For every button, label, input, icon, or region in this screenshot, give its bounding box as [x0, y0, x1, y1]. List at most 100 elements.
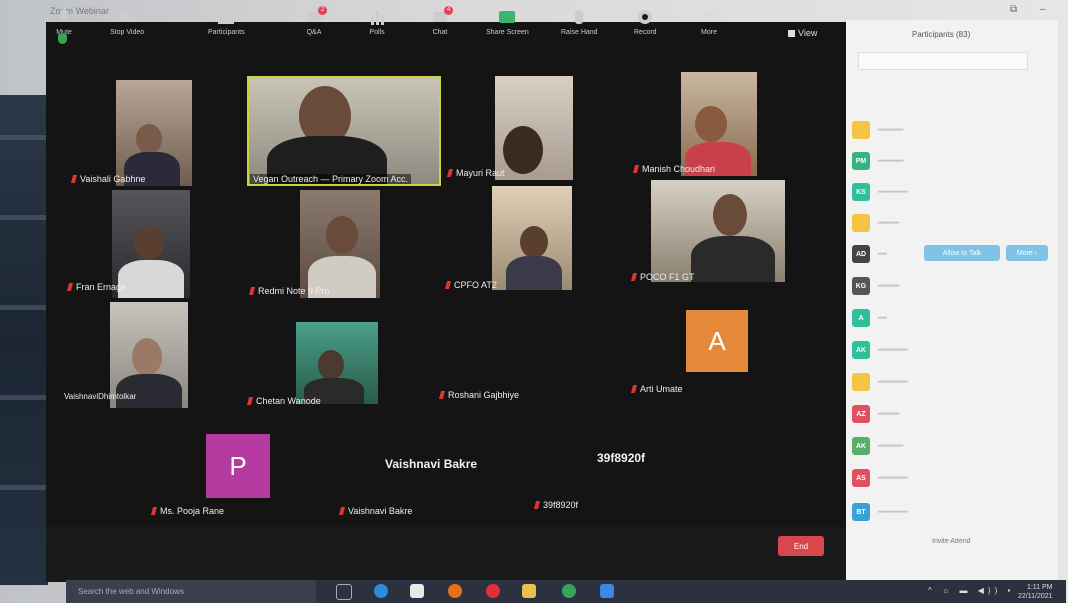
participant-avatar: PM — [852, 152, 870, 170]
participant-search-input[interactable] — [858, 52, 1028, 70]
chat-badge: 4 — [444, 6, 453, 15]
opera-icon[interactable] — [486, 584, 500, 598]
chrome-icon[interactable] — [562, 584, 576, 598]
muted-mic-icon — [533, 501, 541, 509]
participant-avatar: KG — [852, 277, 870, 295]
video-tile-vegan-outreach[interactable] — [247, 76, 441, 186]
avatar: P — [206, 434, 270, 498]
microphone-icon — [56, 9, 72, 25]
stop-video-button[interactable]: Stop Video — [110, 0, 144, 36]
participant-avatar: BT — [852, 503, 870, 521]
system-tray[interactable]: ^ ☼ ▬ ◀)) ▪ — [928, 586, 1014, 595]
task-view-icon[interactable] — [336, 584, 352, 600]
participant-avatar: A — [852, 309, 870, 327]
muted-mic-icon — [66, 283, 74, 291]
taskbar-search-input[interactable]: Search the web and Windows — [66, 580, 316, 603]
share-screen-button[interactable]: Share Screen — [486, 0, 529, 36]
invite-attendees-button[interactable]: Invite Attend — [932, 538, 971, 545]
file-explorer-icon[interactable] — [522, 584, 536, 598]
chat-button[interactable]: 4 Chat — [432, 0, 453, 36]
participant-row[interactable]: AD ━━ Allow to Talk More › — [852, 245, 1052, 263]
name-tag: Ms. Pooja Rane — [150, 506, 224, 516]
participant-row[interactable]: ━━━━━ — [852, 214, 899, 232]
participant-name: ━━ — [878, 315, 887, 322]
participant-name: ━━━━━ — [878, 283, 900, 290]
zoom-app-icon[interactable] — [600, 584, 614, 598]
video-tile-cpfo[interactable] — [492, 186, 572, 290]
name-tag: Fran Ernage — [66, 282, 126, 292]
mute-button[interactable]: Mute — [56, 0, 72, 36]
participant-row[interactable]: AS ━━━━━━━ — [852, 469, 908, 487]
participant-name: ━━ — [878, 251, 887, 258]
record-button[interactable]: Record — [634, 0, 657, 36]
muted-mic-icon — [70, 175, 78, 183]
muted-mic-icon — [338, 507, 346, 515]
participant-row[interactable]: KG ━━━━━ — [852, 277, 899, 295]
participant-row[interactable]: ━━━━━━ — [852, 121, 903, 139]
name-tag: Redmi Note 9 Pro — [248, 286, 330, 296]
participants-icon: 83 — [218, 9, 246, 25]
name-tag: Chetan Wanode — [246, 396, 321, 406]
name-tag: Arti Umate — [630, 384, 683, 394]
more-icon: ··· — [703, 7, 715, 21]
muted-mic-icon — [150, 507, 158, 515]
polls-button[interactable]: Polls — [369, 0, 385, 36]
more-participant-button[interactable]: More › — [1006, 245, 1048, 261]
participant-avatar: AK — [852, 341, 870, 359]
polls-icon — [369, 9, 385, 25]
participant-row[interactable]: A ━━ — [852, 309, 886, 327]
video-tile-mayuri[interactable] — [495, 76, 573, 180]
video-tile-vaishali[interactable] — [116, 80, 192, 186]
allow-to-talk-button[interactable]: Allow to Talk — [924, 245, 1000, 261]
participant-name: ━━━━━━ — [878, 127, 904, 134]
participant-row[interactable]: AK ━━━━━━ — [852, 437, 903, 455]
video-camera-icon — [119, 9, 136, 25]
taskbar-clock[interactable]: 1:11 PM 22/11/2021 — [1018, 583, 1053, 601]
participant-row[interactable]: AK ━━━━━━━ — [852, 341, 908, 359]
participant-row[interactable]: BT ━━━━━━━ — [852, 503, 908, 521]
video-tile-manish[interactable] — [681, 72, 757, 176]
chat-icon: 4 — [432, 6, 453, 25]
participant-avatar: AZ — [852, 405, 870, 423]
more-button[interactable]: ··· More — [701, 0, 717, 36]
view-button[interactable]: View — [788, 28, 817, 38]
qa-badge: 2 — [318, 6, 327, 15]
video-tile-poco[interactable] — [651, 180, 785, 282]
muted-mic-icon — [630, 273, 638, 281]
name-tag: Roshani Gajbhiye — [438, 390, 519, 400]
muted-mic-icon — [446, 169, 454, 177]
name-tag: CPFO AT2 — [444, 280, 497, 290]
record-icon — [637, 9, 653, 25]
firefox-icon[interactable] — [448, 584, 462, 598]
name-tag: POCO F1 GT — [630, 272, 695, 282]
participant-name: ━━━━━━ — [878, 443, 904, 450]
participants-button[interactable]: 83 Participants — [208, 0, 246, 36]
name-tag: Vaishnavi Bakre — [338, 506, 412, 516]
video-tile-chetan[interactable] — [296, 322, 378, 404]
video-tile-redmi[interactable] — [300, 190, 380, 298]
tile-display-name: 39f8920f — [597, 451, 646, 465]
participant-row[interactable]: KS ━━━━━━━ — [852, 183, 908, 201]
raise-hand-button[interactable]: Raise Hand — [561, 0, 598, 36]
store-icon[interactable] — [410, 584, 424, 598]
share-screen-icon — [499, 9, 516, 25]
minimize-icon[interactable]: – — [1040, 4, 1046, 15]
participant-name: ━━━━━━━ — [878, 379, 908, 386]
muted-mic-icon — [246, 397, 254, 405]
participant-row[interactable]: AZ ━━━━━ — [852, 405, 899, 423]
participant-row[interactable]: PM ━━━━━━ — [852, 152, 903, 170]
name-tag: VaishnaviDhimtolkar — [64, 392, 137, 401]
end-meeting-button[interactable]: End — [778, 536, 824, 556]
name-tag: Manish Choudhari — [632, 164, 715, 174]
qa-button[interactable]: 2 Q&A — [306, 0, 327, 36]
raise-hand-icon — [571, 9, 587, 25]
tile-display-name: Vaishnavi Bakre — [385, 457, 478, 471]
participant-row[interactable]: ━━━━━━━ — [852, 373, 908, 391]
participant-name: ━━━━━ — [878, 220, 900, 227]
edge-browser-icon[interactable] — [374, 584, 388, 598]
restore-icon[interactable]: ⧉ — [1010, 4, 1017, 15]
participant-name: ━━━━━━━ — [878, 347, 908, 354]
participants-panel — [846, 20, 1058, 582]
participant-name: ━━━━━━━ — [878, 189, 908, 196]
clock-time: 1:11 PM — [1026, 584, 1053, 591]
